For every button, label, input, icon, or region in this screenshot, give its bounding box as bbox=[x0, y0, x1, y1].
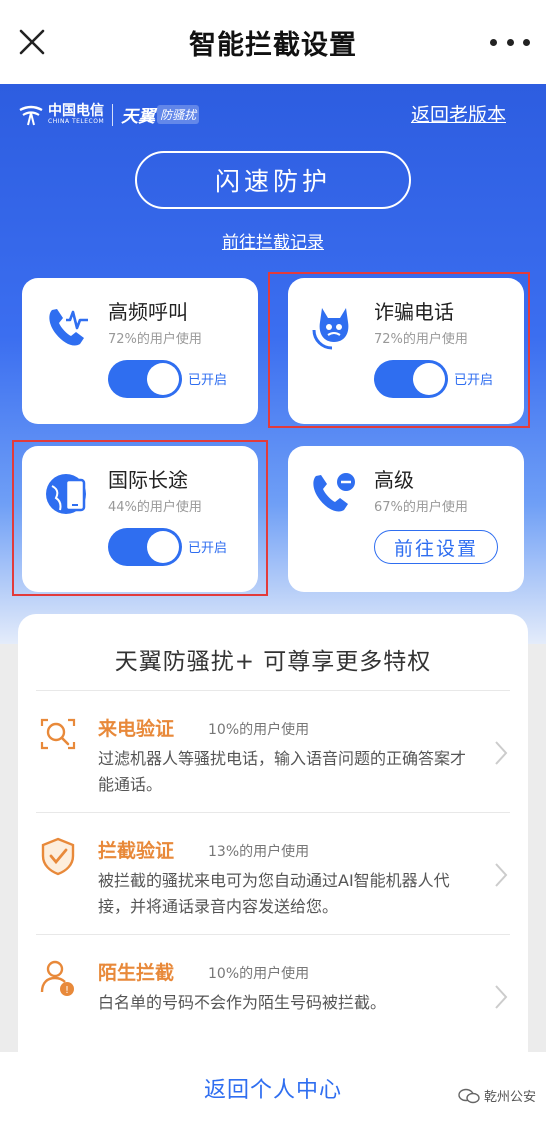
feature-usage: 10%的用户使用 bbox=[208, 722, 310, 738]
page-title: 智能拦截设置 bbox=[189, 29, 357, 61]
feature-intercept-verify[interactable]: 拦截验证 13%的用户使用 被拦截的骚扰来电可为您自动通过AI智能机器人代接，并… bbox=[36, 814, 510, 934]
toggle-status: 已开启 bbox=[188, 373, 228, 388]
product-tag: 防骚扰 bbox=[157, 105, 200, 124]
watermark: 乾州公安 bbox=[458, 1086, 536, 1105]
chevron-right-icon bbox=[495, 863, 508, 887]
product-name: 天翼 bbox=[121, 107, 156, 127]
divider bbox=[36, 934, 510, 935]
card-advanced: 高级 67%的用户使用 前往设置 bbox=[288, 446, 524, 592]
feature-name: 陌生拦截 bbox=[98, 962, 175, 984]
flash-protect-button[interactable]: 闪速防护 bbox=[135, 151, 411, 209]
card-frequent-call: 高频呼叫 72%的用户使用 已开启 bbox=[22, 278, 258, 424]
operator-name-en: CHINA TELECOM bbox=[48, 117, 105, 125]
feature-stranger-block[interactable]: ! 陌生拦截 10%的用户使用 白名单的号码不会作为陌生号码被拦截。 bbox=[36, 936, 510, 1056]
operator-name: 中国电信 bbox=[48, 102, 104, 119]
feature-desc: 过滤机器人等骚扰电话，输入语音问题的正确答案才能通话。 bbox=[98, 749, 467, 794]
feature-name: 拦截验证 bbox=[98, 840, 175, 862]
brand-logo: 中国电信 CHINA TELECOM 天翼 防骚扰 bbox=[18, 102, 200, 127]
svg-text:!: ! bbox=[65, 985, 69, 996]
frequent-call-icon bbox=[49, 309, 88, 346]
card-usage: 72%的用户使用 bbox=[108, 332, 202, 347]
chevron-right-icon bbox=[495, 985, 508, 1009]
intercept-record-link[interactable]: 前往拦截记录 bbox=[0, 228, 546, 253]
privileges-panel: 天翼防骚扰+ 可尊享更多特权 来电验证 10%的用户使用 过滤机器人等骚扰电话，… bbox=[18, 614, 528, 1094]
chevron-right-icon bbox=[495, 741, 508, 765]
card-title: 高级 bbox=[374, 468, 414, 492]
brand-divider bbox=[112, 103, 114, 126]
close-icon[interactable] bbox=[18, 28, 46, 56]
highlight-box-fraud bbox=[268, 272, 530, 428]
frequent-call-toggle[interactable] bbox=[108, 360, 182, 398]
stranger-user-icon: ! bbox=[40, 960, 74, 996]
card-title: 高频呼叫 bbox=[108, 300, 188, 324]
more-icon[interactable] bbox=[490, 30, 530, 54]
feature-desc: 白名单的号码不会作为陌生号码被拦截。 bbox=[98, 993, 387, 1012]
china-telecom-logo-icon bbox=[19, 105, 43, 125]
feature-name: 来电验证 bbox=[98, 718, 175, 740]
feature-usage: 10%的用户使用 bbox=[208, 966, 310, 982]
go-settings-button[interactable]: 前往设置 bbox=[374, 530, 498, 564]
shield-check-icon bbox=[41, 837, 75, 876]
divider bbox=[36, 690, 510, 691]
feature-call-verify[interactable]: 来电验证 10%的用户使用 过滤机器人等骚扰电话，输入语音问题的正确答案才能通话… bbox=[36, 692, 510, 812]
old-version-link[interactable]: 返回老版本 bbox=[411, 100, 506, 127]
verify-search-icon bbox=[40, 718, 76, 750]
feature-usage: 13%的用户使用 bbox=[208, 844, 310, 860]
advanced-call-icon bbox=[313, 473, 355, 512]
card-usage: 67%的用户使用 bbox=[374, 500, 468, 515]
highlight-box-international bbox=[12, 440, 268, 596]
watermark-text: 乾州公安 bbox=[483, 1090, 536, 1105]
feature-desc: 被拦截的骚扰来电可为您自动通过AI智能机器人代接，并将通话录音内容发送给您。 bbox=[98, 871, 450, 916]
wechat-icon bbox=[458, 1088, 480, 1103]
divider bbox=[36, 812, 510, 813]
title-bar: 智能拦截设置 bbox=[0, 0, 546, 84]
panel-title: 天翼防骚扰+ 可尊享更多特权 bbox=[114, 649, 432, 675]
